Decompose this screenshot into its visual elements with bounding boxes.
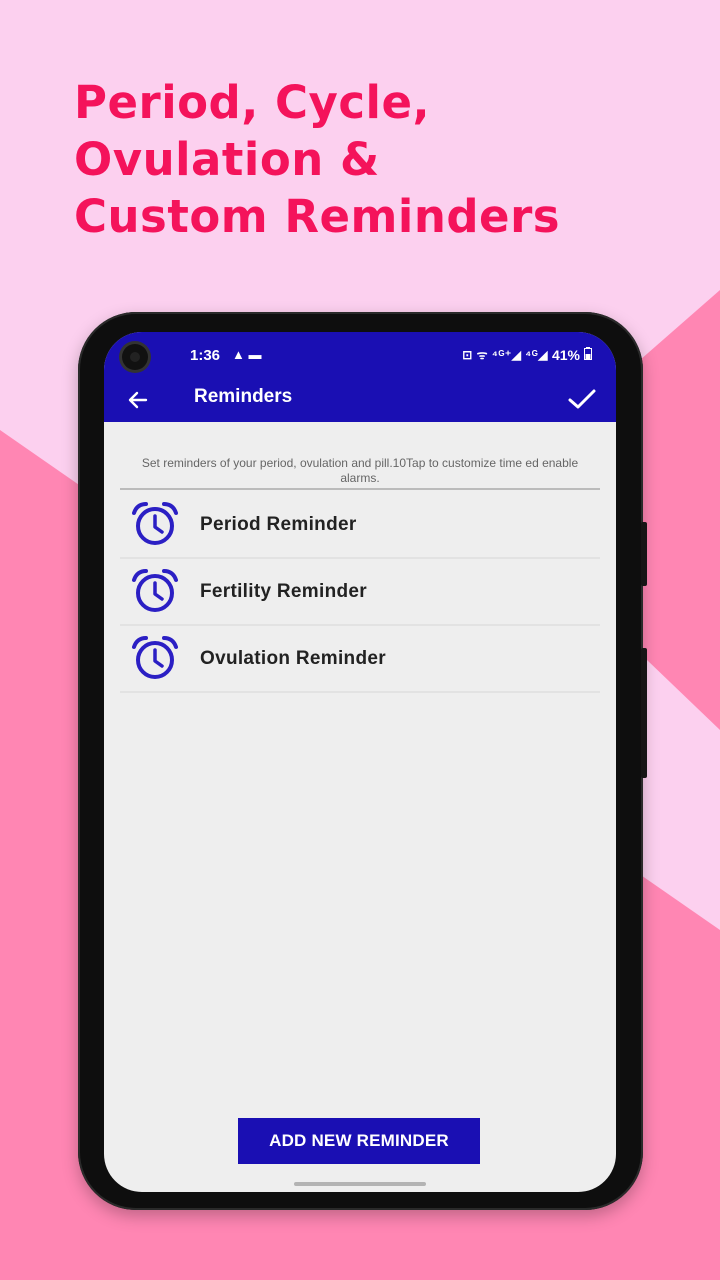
reminder-label: Fertility Reminder: [200, 581, 367, 602]
notification-icons: ▲ ▬: [232, 347, 262, 362]
arrow-left-icon: [128, 391, 148, 409]
app-bar: 1:36 ▲ ▬ ⊡ ᯤ ⁴ᴳ⁺◢ ⁴ᴳ◢ 41% Reminders: [104, 332, 616, 422]
headline-line-1: Period, Cycle,: [74, 76, 431, 129]
reminder-item-ovulation[interactable]: Ovulation Reminder: [120, 626, 600, 693]
phone-frame: 1:36 ▲ ▬ ⊡ ᯤ ⁴ᴳ⁺◢ ⁴ᴳ◢ 41% Reminders Set …: [78, 312, 647, 1210]
battery-level: 41%: [551, 346, 580, 363]
reminder-label: Period Reminder: [200, 514, 357, 535]
divider: [120, 488, 600, 490]
alarm-clock-icon: [132, 636, 178, 679]
reminder-list: Period Reminder Fertility Reminder Ovula…: [120, 492, 600, 693]
confirm-button[interactable]: [564, 382, 600, 416]
status-right: ⊡ ᯤ ⁴ᴳ⁺◢ ⁴ᴳ◢ 41%: [462, 346, 592, 363]
headline-line-2: Ovulation &: [74, 133, 380, 186]
back-button[interactable]: [122, 384, 154, 416]
alarm-clock-icon: [132, 569, 178, 612]
status-time: 1:36: [190, 347, 221, 364]
screen-title: Reminders: [194, 386, 293, 407]
reminder-label: Ovulation Reminder: [200, 648, 386, 669]
reminder-item-period[interactable]: Period Reminder: [120, 492, 600, 559]
phone-power-button: [641, 522, 647, 586]
alarm-clock-icon: [132, 502, 178, 545]
battery-icon: [584, 346, 592, 363]
signal-icons: ⊡ ᯤ ⁴ᴳ⁺◢ ⁴ᴳ◢: [462, 348, 548, 362]
reminders-hint: Set reminders of your period, ovulation …: [141, 456, 579, 485]
add-new-reminder-button[interactable]: ADD NEW REMINDER: [238, 1118, 480, 1164]
phone-volume-button: [641, 648, 647, 778]
reminder-item-fertility[interactable]: Fertility Reminder: [120, 559, 600, 626]
headline-line-3: Custom Reminders: [74, 190, 561, 243]
check-icon: [568, 389, 596, 409]
front-camera: [122, 344, 148, 370]
phone-screen: 1:36 ▲ ▬ ⊡ ᯤ ⁴ᴳ⁺◢ ⁴ᴳ◢ 41% Reminders Set …: [104, 332, 616, 1192]
home-indicator[interactable]: [294, 1182, 426, 1186]
promo-headline: Period, Cycle, Ovulation & Custom Remind…: [74, 74, 694, 245]
